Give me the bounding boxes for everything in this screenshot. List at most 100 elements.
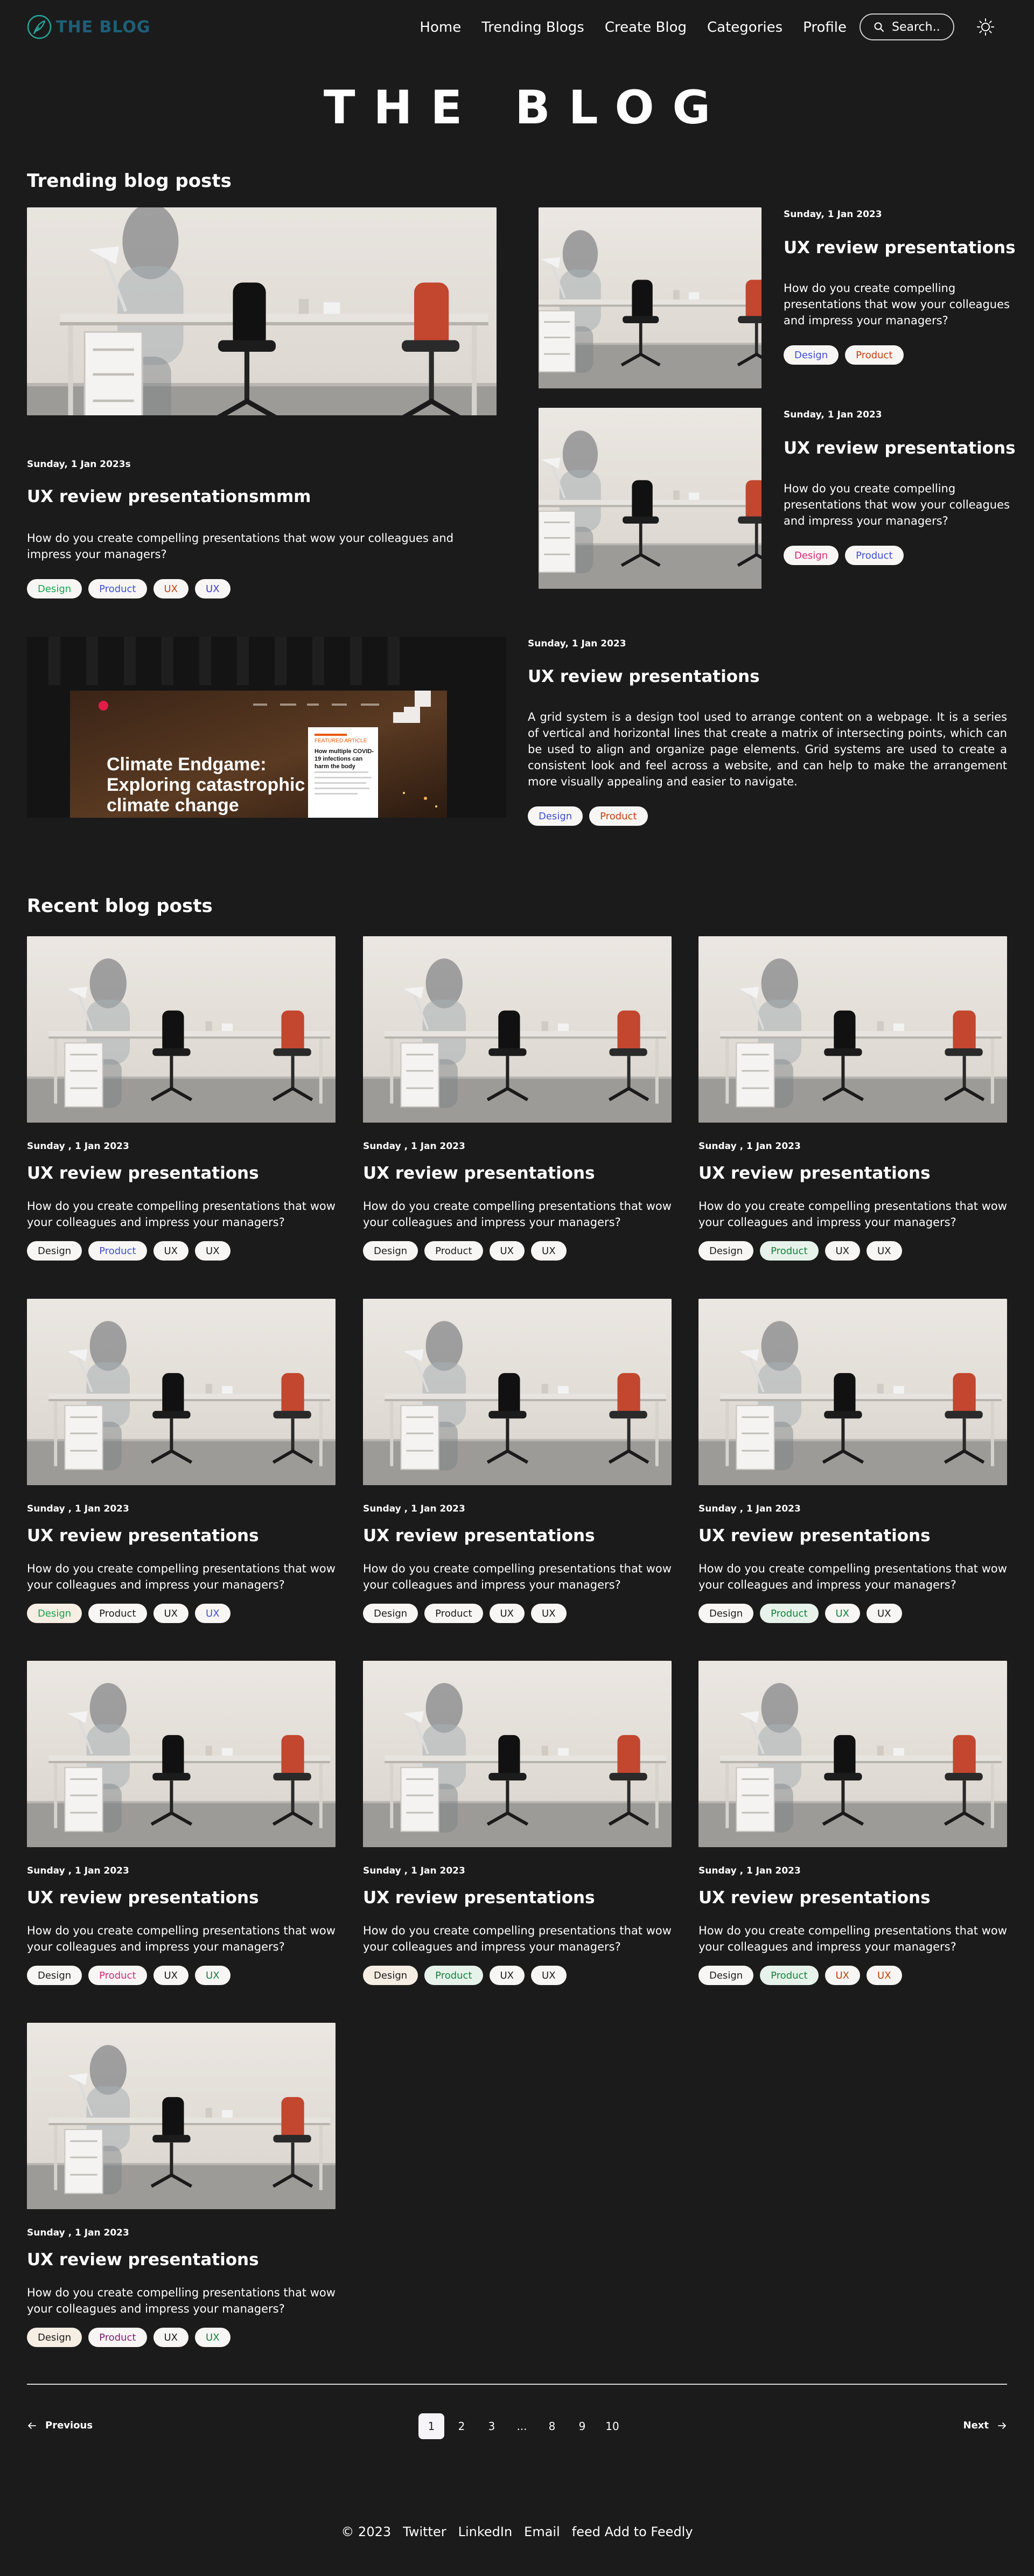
tag-design[interactable]: Design [528, 806, 583, 826]
post-image[interactable] [698, 1299, 1007, 1485]
page-button[interactable]: 1 [418, 2413, 444, 2439]
post-title[interactable]: UX review presentations [363, 1164, 595, 1183]
footer-link-feedly[interactable]: feed Add to Feedly [572, 2524, 693, 2539]
nav-link-categories[interactable]: Categories [707, 19, 783, 36]
nav-link-profile[interactable]: Profile [803, 19, 847, 36]
post-title[interactable]: UX review presentations [363, 1888, 595, 1907]
tag-product[interactable]: Product [88, 579, 147, 598]
tag-product[interactable]: Product [845, 546, 904, 565]
post-image[interactable] [363, 1299, 672, 1485]
tag-product[interactable]: Product [760, 1604, 819, 1623]
footer-link-email[interactable]: Email [524, 2524, 560, 2539]
tag-product[interactable]: Product [88, 1241, 147, 1261]
tag-ux[interactable]: UX [195, 579, 230, 598]
tag-ux[interactable]: UX [153, 1604, 189, 1623]
post-image[interactable] [27, 1299, 336, 1485]
tag-design[interactable]: Design [363, 1241, 418, 1261]
post-title[interactable]: UX review presentations [784, 438, 1016, 458]
tag-ux[interactable]: UX [867, 1604, 902, 1623]
post-image[interactable] [27, 936, 336, 1123]
post-image[interactable] [698, 936, 1007, 1123]
previous-button[interactable]: Previous [27, 2420, 93, 2431]
tag-product[interactable]: Product [845, 345, 904, 365]
tag-ux[interactable]: UX [153, 579, 189, 598]
tag-ux[interactable]: UX [867, 1241, 902, 1261]
tag-design[interactable]: Design [27, 579, 82, 598]
post-image[interactable] [698, 1661, 1007, 1847]
tag-ux[interactable]: UX [195, 1966, 230, 1985]
tag-ux[interactable]: UX [195, 1604, 230, 1623]
post-title[interactable]: UX review presentations [784, 238, 1016, 257]
post-title[interactable]: UX review presentations [698, 1888, 931, 1907]
footer-link-linkedin[interactable]: LinkedIn [458, 2524, 513, 2539]
post-title[interactable]: UX review presentations [528, 667, 760, 686]
tag-ux[interactable]: UX [153, 2328, 189, 2347]
tag-ux[interactable]: UX [825, 1604, 861, 1623]
tag-ux[interactable]: UX [531, 1966, 567, 1985]
post-image[interactable] [539, 408, 761, 589]
tag-ux[interactable]: UX [825, 1966, 861, 1985]
tag-design[interactable]: Design [784, 546, 839, 565]
post-image[interactable] [363, 1661, 672, 1847]
post-image[interactable]: Climate Endgame: Exploring catastrophic … [27, 637, 506, 818]
tag-ux[interactable]: UX [153, 1966, 189, 1985]
hero-title: THE BLOG [323, 81, 729, 135]
tag-design[interactable]: Design [27, 2328, 82, 2347]
tag-design[interactable]: Design [784, 345, 839, 365]
tag-ux[interactable]: UX [531, 1241, 567, 1261]
tag-design[interactable]: Design [27, 1604, 82, 1623]
tag-ux[interactable]: UX [195, 2328, 230, 2347]
tag-design[interactable]: Design [698, 1966, 754, 1985]
post-image[interactable] [363, 936, 672, 1123]
post-image[interactable] [27, 1661, 336, 1847]
tag-design[interactable]: Design [698, 1604, 754, 1623]
search-input[interactable]: Search.. [860, 13, 954, 40]
tag-product[interactable]: Product [589, 806, 648, 826]
tag-product[interactable]: Product [88, 2328, 147, 2347]
page-button[interactable]: 8 [539, 2413, 565, 2439]
tag-design[interactable]: Design [27, 1966, 82, 1985]
footer-link-twitter[interactable]: Twitter [403, 2524, 446, 2539]
tag-product[interactable]: Product [424, 1604, 483, 1623]
tag-product[interactable]: Product [424, 1241, 483, 1261]
tag-ux[interactable]: UX [195, 1241, 230, 1261]
tag-design[interactable]: Design [27, 1241, 82, 1261]
tag-product[interactable]: Product [760, 1241, 819, 1261]
tag-ux[interactable]: UX [531, 1604, 567, 1623]
post-title[interactable]: UX review presentations [27, 1526, 259, 1545]
page-ellipsis: ... [516, 2420, 527, 2433]
post-title[interactable]: UX review presentations [698, 1526, 931, 1545]
post-image[interactable] [539, 207, 761, 388]
tag-product[interactable]: Product [88, 1966, 147, 1985]
tag-ux[interactable]: UX [489, 1604, 525, 1623]
post-image[interactable] [27, 2023, 336, 2209]
tag-design[interactable]: Design [363, 1966, 418, 1985]
post-title[interactable]: UX review presentations [363, 1526, 595, 1545]
nav-link-trending-blogs[interactable]: Trending Blogs [481, 19, 584, 36]
tag-ux[interactable]: UX [867, 1966, 902, 1985]
tag-design[interactable]: Design [698, 1241, 754, 1261]
post-title[interactable]: UX review presentations [27, 2250, 259, 2269]
tag-design[interactable]: Design [363, 1604, 418, 1623]
tag-ux[interactable]: UX [489, 1241, 525, 1261]
page-button[interactable]: 9 [569, 2413, 595, 2439]
tag-product[interactable]: Product [760, 1966, 819, 1985]
tag-product[interactable]: Product [424, 1966, 483, 1985]
post-title[interactable]: UX review presentations [698, 1164, 931, 1183]
tag-ux[interactable]: UX [825, 1241, 861, 1261]
post-title[interactable]: UX review presentationsmmm [27, 487, 311, 506]
tag-ux[interactable]: UX [489, 1966, 525, 1985]
page-button[interactable]: 10 [599, 2413, 625, 2439]
post-title[interactable]: UX review presentations [27, 1888, 259, 1907]
page-button[interactable]: 3 [479, 2413, 505, 2439]
sun-icon[interactable] [976, 17, 995, 37]
post-title[interactable]: UX review presentations [27, 1164, 259, 1183]
nav-link-home[interactable]: Home [420, 19, 461, 36]
post-image[interactable] [27, 207, 497, 415]
nav-link-create-blog[interactable]: Create Blog [605, 19, 687, 36]
tag-ux[interactable]: UX [153, 1241, 189, 1261]
site-logo[interactable]: THE BLOG [27, 15, 151, 39]
page-button[interactable]: 2 [449, 2413, 474, 2439]
tag-product[interactable]: Product [88, 1604, 147, 1623]
next-button[interactable]: Next [963, 2420, 1008, 2431]
